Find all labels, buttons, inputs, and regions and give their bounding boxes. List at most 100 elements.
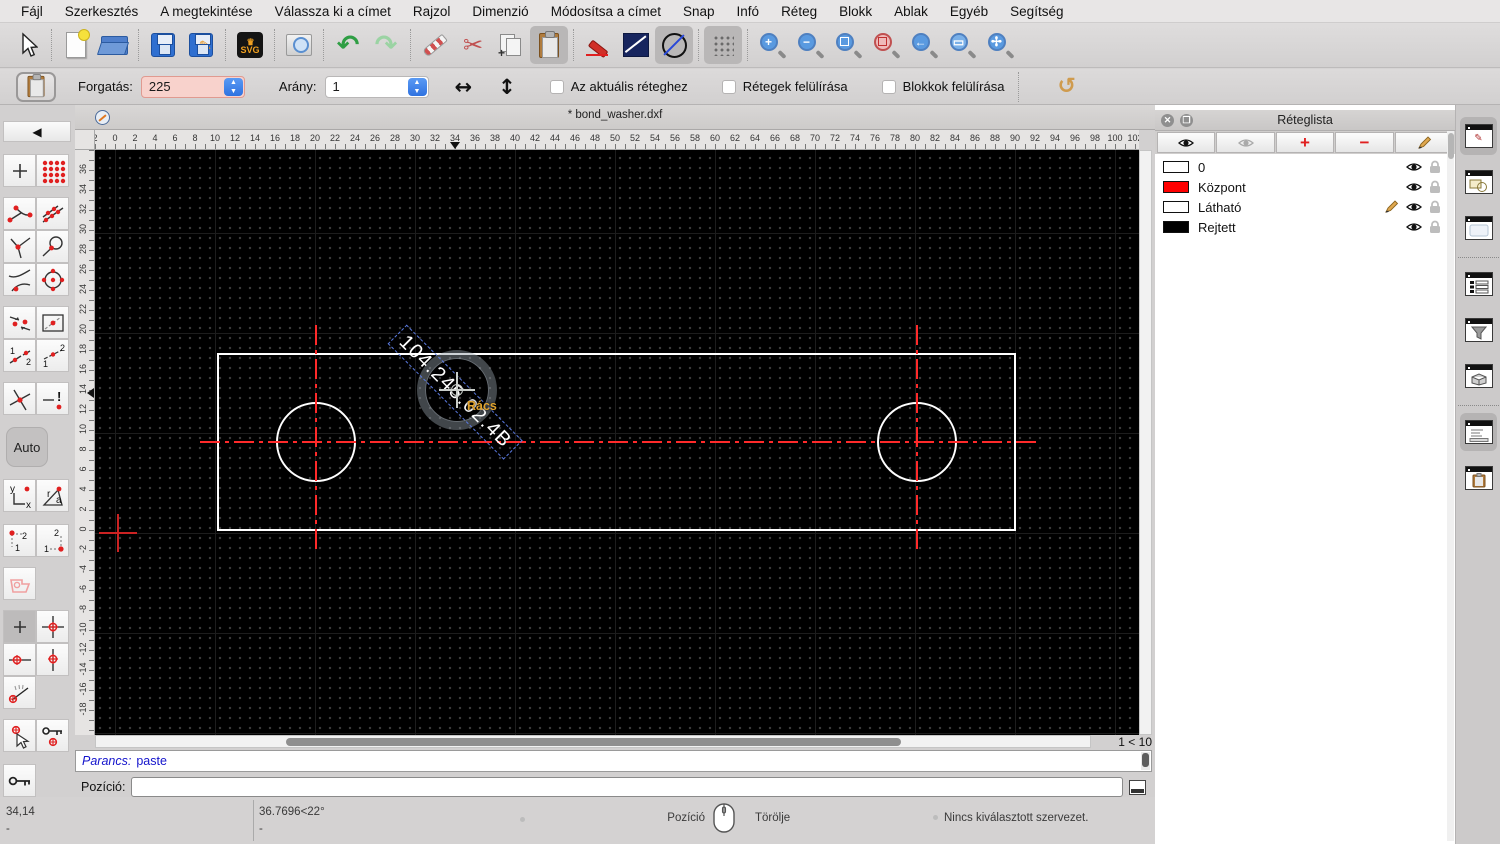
restrict-vertical-button[interactable]	[36, 643, 69, 676]
dock-pen-toolbar-toggle[interactable]: ✎	[1460, 117, 1497, 155]
menu-layer[interactable]: Réteg	[770, 4, 828, 19]
layer-row-rejtett[interactable]: Rejtett	[1155, 217, 1455, 237]
current-layer-checkbox[interactable]: Az aktuális réteghez	[550, 79, 688, 94]
redo-button[interactable]: ↷	[367, 26, 405, 64]
flip-vertical-button[interactable]: ↕	[498, 75, 516, 99]
command-input[interactable]	[131, 777, 1123, 797]
checkbox-icon[interactable]	[550, 80, 564, 94]
centerline-vertical-right[interactable]	[916, 325, 918, 553]
dock-command-widget-toggle[interactable]	[1460, 413, 1497, 451]
snap-distance-button[interactable]: 12	[3, 339, 36, 372]
layer-color-swatch[interactable]	[1163, 221, 1189, 233]
snap-intersection-button[interactable]	[3, 382, 36, 415]
layer-lock-icon[interactable]	[1429, 220, 1441, 234]
export-svg-button[interactable]: ♛SVG	[231, 26, 269, 64]
menu-view[interactable]: A megtekintése	[149, 4, 263, 19]
layer-visible-icon[interactable]	[1405, 161, 1423, 173]
dock-clipboard-widget-toggle[interactable]	[1460, 459, 1497, 497]
snap-center-button[interactable]	[36, 263, 69, 296]
delete-eraser-button[interactable]	[416, 26, 454, 64]
snap-middle-manual-button[interactable]	[36, 306, 69, 339]
override-blocks-checkbox[interactable]: Blokkok felülírása	[882, 79, 1005, 94]
scale-combobox[interactable]: 1 ▲▼	[325, 76, 429, 98]
layer-visible-icon[interactable]	[1405, 181, 1423, 193]
copy-button[interactable]: +	[492, 26, 530, 64]
menu-dimension[interactable]: Dimenzió	[461, 4, 539, 19]
document-tab-title[interactable]: * bond_washer.dxf	[75, 109, 1155, 121]
coordinate-cartesian-button[interactable]: yx	[3, 479, 36, 512]
zoom-previous-button[interactable]	[867, 26, 905, 64]
lock-relative-zero-button[interactable]	[36, 719, 69, 752]
cut-button[interactable]: ✂	[454, 26, 492, 64]
centerline-vertical-left[interactable]	[315, 325, 317, 553]
coordinate-polar-button[interactable]: ra	[36, 479, 69, 512]
paste-options-clipboard-button[interactable]	[16, 72, 56, 102]
layer-lock-icon[interactable]	[1429, 200, 1441, 214]
new-document-button[interactable]	[57, 26, 95, 64]
draw-pencil-button[interactable]	[579, 26, 617, 64]
dock-layer-list-toggle[interactable]	[1460, 265, 1497, 303]
line-tool-button[interactable]	[617, 26, 655, 64]
snap-divide-button[interactable]: 12	[36, 339, 69, 372]
snap-middle-button[interactable]	[3, 306, 36, 339]
restrict-orthogonal-button[interactable]	[36, 610, 69, 643]
menu-info[interactable]: Infó	[726, 4, 771, 19]
circle-tool-button[interactable]	[655, 26, 693, 64]
set-relative-zero-button[interactable]	[3, 719, 36, 752]
restrict-nothing-button[interactable]	[3, 610, 36, 643]
scrollbar-thumb[interactable]	[286, 738, 901, 746]
menu-snap[interactable]: Snap	[672, 4, 726, 19]
paste-button[interactable]	[530, 26, 568, 64]
centerline-horizontal[interactable]	[200, 441, 1038, 443]
restrict-shape-button[interactable]	[3, 567, 36, 600]
edit-layer-button[interactable]	[1395, 132, 1453, 153]
snap-free-button[interactable]	[3, 154, 36, 187]
canvas-vertical-scrollbar[interactable]	[1139, 150, 1152, 735]
layer-name[interactable]: Központ	[1198, 180, 1405, 195]
reset-action-button[interactable]: ↺	[1057, 74, 1075, 99]
layer-lock-icon[interactable]	[1429, 180, 1441, 194]
layer-name[interactable]: Rejtett	[1198, 220, 1405, 235]
layer-color-swatch[interactable]	[1163, 181, 1189, 193]
save-as-button[interactable]: ✎	[182, 26, 220, 64]
snap-endpoints-button[interactable]	[3, 197, 36, 230]
zoom-out-button[interactable]: −	[791, 26, 829, 64]
print-preview-button[interactable]	[280, 26, 318, 64]
menu-edit[interactable]: Szerkesztés	[54, 4, 150, 19]
flip-horizontal-button[interactable]: ↔	[455, 75, 473, 99]
snap-grid-button[interactable]	[36, 154, 69, 187]
layer-panel-scrollbar[interactable]	[1447, 131, 1454, 841]
hide-all-layers-button[interactable]	[1216, 132, 1274, 153]
save-button[interactable]	[144, 26, 182, 64]
command-history-scrollbar[interactable]	[1141, 752, 1150, 770]
undo-button[interactable]: ↶	[329, 26, 367, 64]
layer-row-kozpont[interactable]: Központ	[1155, 177, 1455, 197]
rotation-combobox[interactable]: 225 ▲▼	[141, 76, 245, 98]
menu-other[interactable]: Egyéb	[939, 4, 999, 19]
add-layer-button[interactable]: +	[1276, 132, 1334, 153]
snap-none-button[interactable]: !	[36, 382, 69, 415]
menu-select[interactable]: Válassza ki a címet	[264, 4, 402, 19]
override-layers-checkbox[interactable]: Rétegek felülírása	[722, 79, 848, 94]
menu-window[interactable]: Ablak	[883, 4, 939, 19]
canvas-horizontal-scrollbar[interactable]	[95, 735, 1091, 748]
keyboard-mode-icon[interactable]	[1129, 780, 1146, 795]
layer-name[interactable]: Látható	[1198, 200, 1383, 215]
layer-visible-icon[interactable]	[1405, 221, 1423, 233]
layer-visible-icon[interactable]	[1405, 201, 1423, 213]
stepper-icon[interactable]: ▲▼	[408, 78, 427, 96]
zoom-in-button[interactable]: +	[753, 26, 791, 64]
zoom-back-button[interactable]: ←	[905, 26, 943, 64]
restrict-horizontal-button[interactable]	[3, 643, 36, 676]
layer-name[interactable]: 0	[1198, 160, 1405, 175]
snap-tangent-button[interactable]	[36, 230, 69, 263]
layer-lock-icon[interactable]	[1429, 160, 1441, 174]
snap-nearest-button[interactable]	[3, 263, 36, 296]
snap-auto-button[interactable]: Auto	[6, 427, 48, 467]
dock-library-toggle[interactable]	[1460, 357, 1497, 395]
select-pointer-button[interactable]	[8, 26, 46, 64]
checkbox-icon[interactable]	[882, 80, 896, 94]
lock-button[interactable]	[3, 764, 36, 797]
corner-order-12-button[interactable]: 12	[3, 524, 36, 557]
menu-file[interactable]: Fájl	[10, 4, 54, 19]
